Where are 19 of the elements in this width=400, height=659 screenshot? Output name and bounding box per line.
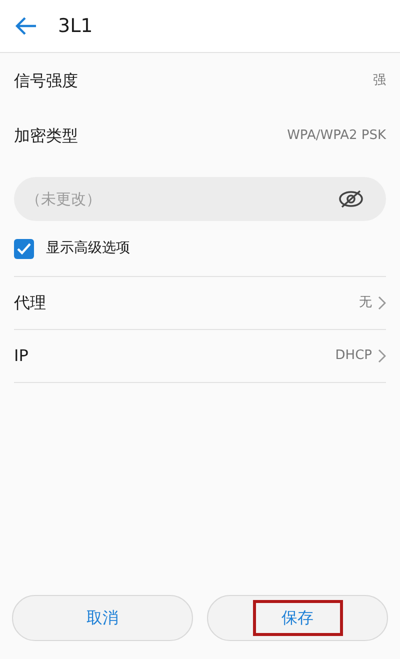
row-value: DHCP — [335, 347, 372, 366]
eye-off-icon[interactable] — [338, 189, 364, 209]
checkbox-label: 显示高级选项 — [46, 239, 130, 258]
row-value: 无 — [359, 294, 372, 312]
row-value: WPA/WPA2 PSK — [287, 126, 386, 145]
action-button[interactable]: 保存 — [252, 600, 342, 636]
back-arrow-icon — [14, 16, 38, 36]
settings-row[interactable]: IP DHCP — [14, 330, 386, 383]
window-title: 3L1 — [58, 14, 93, 39]
row-label: 加密类型 — [14, 124, 78, 146]
chevron-icon — [378, 296, 386, 310]
checkbox[interactable] — [14, 238, 34, 258]
password-field[interactable]: （未更改） — [14, 177, 386, 221]
row-label: IP — [14, 345, 28, 367]
chevron-icon — [378, 349, 386, 363]
row-label: 代理 — [14, 292, 46, 314]
row-label: 信号强度 — [14, 70, 78, 92]
row-value: 强 — [373, 72, 386, 90]
settings-row[interactable]: 代理 无 — [14, 277, 386, 330]
